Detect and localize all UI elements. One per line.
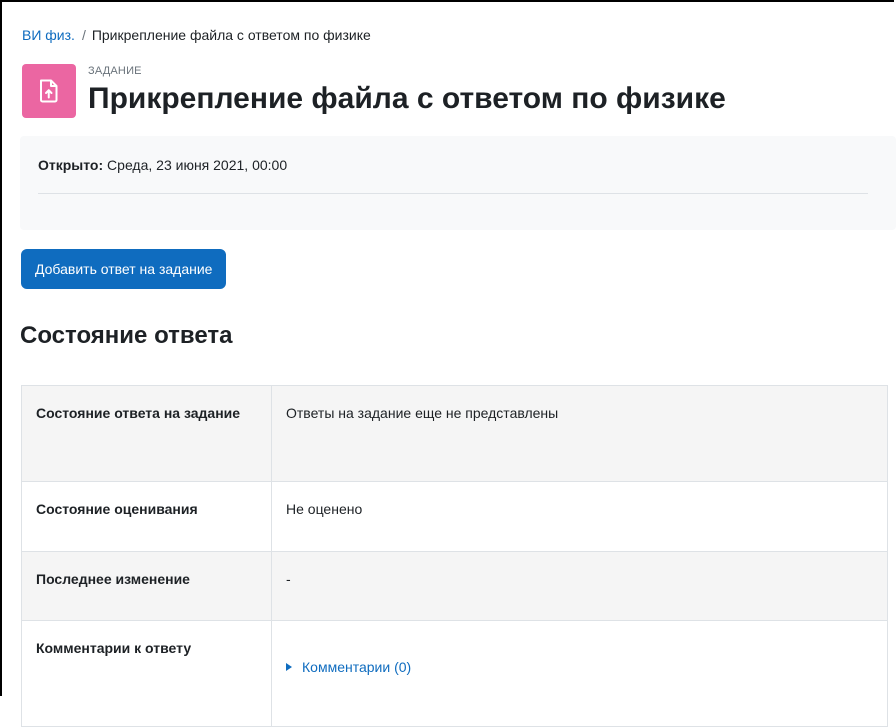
table-row: Состояние оценивания Не оценено	[21, 481, 888, 552]
file-upload-icon	[40, 79, 58, 103]
breadcrumb-course-link[interactable]: ВИ физ.	[22, 27, 75, 43]
submission-status-table: Состояние ответа на задание Ответы на за…	[21, 385, 888, 727]
table-row: Последнее изменение -	[21, 551, 888, 621]
header-text: ЗАДАНИЕ Прикрепление файла с ответом по …	[88, 64, 726, 117]
breadcrumb-separator: /	[81, 27, 86, 43]
breadcrumb-current: Прикрепление файла с ответом по физике	[91, 27, 371, 43]
table-row: Комментарии к ответу Комментарии (0)	[21, 620, 888, 727]
row-value: Комментарии (0)	[271, 620, 888, 727]
caret-right-icon	[286, 663, 292, 671]
row-label: Состояние оценивания	[21, 481, 272, 552]
activity-dates: Открыто: Среда, 23 июня 2021, 00:00	[20, 136, 896, 230]
comments-link-label: Комментарии (0)	[302, 659, 412, 675]
dates-divider	[38, 193, 868, 194]
breadcrumb: ВИ физ. / Прикрепление файла с ответом по …	[22, 27, 371, 43]
add-submission-button[interactable]: Добавить ответ на задание	[21, 249, 227, 289]
row-value: Ответы на задание еще не представлены	[271, 385, 888, 482]
page-title: Прикрепление файла с ответом по физике	[88, 82, 726, 115]
row-value: -	[271, 551, 888, 621]
table-row: Состояние ответа на задание Ответы на за…	[21, 385, 888, 482]
comments-toggle-link[interactable]: Комментарии (0)	[286, 656, 411, 678]
activity-type-label: ЗАДАНИЕ	[88, 65, 142, 77]
opened-date: Открыто: Среда, 23 июня 2021, 00:00	[38, 157, 287, 173]
row-label: Комментарии к ответу	[21, 620, 272, 727]
row-value: Не оценено	[271, 481, 888, 552]
row-label: Последнее изменение	[21, 551, 272, 621]
opened-value: Среда, 23 июня 2021, 00:00	[107, 157, 288, 173]
page-header: ЗАДАНИЕ Прикрепление файла с ответом по …	[22, 64, 882, 118]
assignment-upload-icon	[22, 64, 76, 118]
row-label: Состояние ответа на задание	[21, 385, 272, 482]
submission-status-heading: Состояние ответа	[20, 322, 233, 349]
opened-label: Открыто:	[38, 157, 104, 173]
